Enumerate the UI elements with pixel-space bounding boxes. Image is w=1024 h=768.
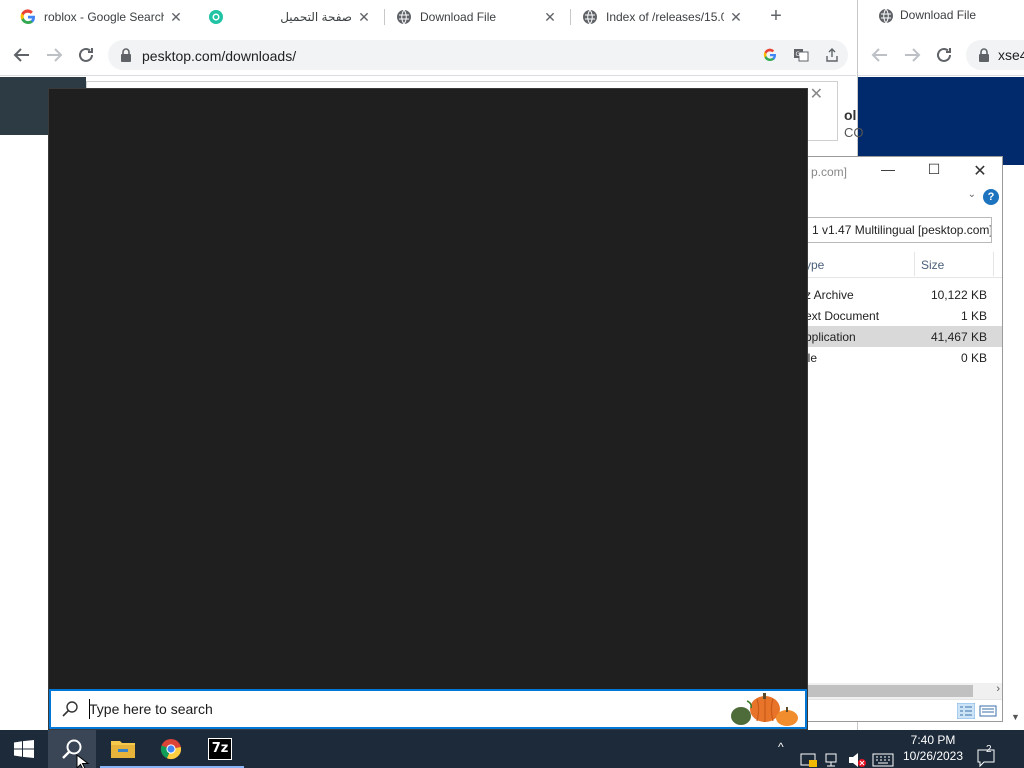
chrome-icon <box>160 739 182 760</box>
file-type: z Archive <box>805 288 854 302</box>
clock-date[interactable]: 10/26/2023 <box>902 749 964 763</box>
page-header-band <box>858 77 1024 165</box>
file-type: pplication <box>805 330 856 344</box>
close-icon[interactable]: ✕ <box>965 161 995 181</box>
pumpkins-illustration-icon <box>731 693 798 726</box>
folder-icon <box>111 741 135 758</box>
address-bar-second[interactable]: xse4 <box>966 40 1024 70</box>
reload-icon[interactable] <box>931 42 957 68</box>
tab-roblox-search[interactable]: roblox - Google Search ✕ <box>10 0 194 34</box>
file-explorer-taskbar-button[interactable] <box>100 730 148 768</box>
forward-arrow-icon[interactable] <box>899 42 925 68</box>
address-url[interactable]: xse4 <box>998 47 1024 63</box>
maximize-icon[interactable]: ☐ <box>919 161 949 181</box>
tab-download-file[interactable]: Download File ✕ <box>386 0 568 34</box>
translate-icon[interactable]: G <box>793 47 809 63</box>
file-type: ext Document <box>805 309 880 323</box>
scroll-down-arrow-icon[interactable]: ▼ <box>1011 712 1020 722</box>
details-view-icon[interactable] <box>957 703 975 719</box>
help-icon[interactable]: ? <box>983 189 999 205</box>
share-icon[interactable] <box>824 47 840 63</box>
tab-strip: roblox - Google Search ✕ صفحة التحميل ✕ … <box>0 0 856 34</box>
tab-download-page-arabic[interactable]: صفحة التحميل ✕ <box>198 0 382 34</box>
site-favicon-icon <box>209 10 223 24</box>
new-tab-button[interactable]: + <box>764 6 788 28</box>
mouse-pointer-icon <box>76 754 90 768</box>
minimize-icon[interactable]: — <box>873 161 903 181</box>
search-input[interactable]: Type here to search <box>49 689 807 729</box>
window-title: p.com] <box>811 165 848 179</box>
sevenzip-icon: 7z <box>208 738 232 760</box>
path-field[interactable]: 1 v1.47 Multilingual [pesktop.com] <box>807 217 992 243</box>
lock-icon <box>979 48 989 62</box>
close-tab-icon[interactable]: ✕ <box>728 9 744 26</box>
start-button[interactable] <box>0 730 48 768</box>
file-size: 10,122 KB <box>930 288 987 302</box>
browser-toolbar-second: xse4 <box>858 34 1024 76</box>
windows-logo-icon <box>14 740 34 758</box>
chrome-taskbar-button[interactable] <box>148 730 196 768</box>
tab-title: Index of /releases/15.0 <box>606 10 724 24</box>
browser-toolbar: pesktop.com/downloads/ G <box>0 34 856 76</box>
file-size: 1 KB <box>960 309 987 323</box>
clock-time[interactable]: 7:40 PM <box>902 733 964 747</box>
back-arrow-icon[interactable] <box>867 42 893 68</box>
tab-title: صفحة التحميل <box>280 10 352 24</box>
tab-strip-second: Download File <box>858 0 1024 34</box>
close-tab-icon[interactable]: ✕ <box>168 9 184 26</box>
chevron-up-icon[interactable]: ^ <box>778 740 784 768</box>
network-icon[interactable] <box>824 741 842 768</box>
search-placeholder: Type here to search <box>89 701 213 717</box>
reload-icon[interactable] <box>73 42 99 68</box>
address-bar[interactable]: pesktop.com/downloads/ G <box>108 40 848 70</box>
list-view-icon[interactable] <box>979 703 997 719</box>
google-lens-icon[interactable] <box>762 47 778 63</box>
search-flyout: Type here to search <box>48 88 808 730</box>
file-size: 41,467 KB <box>930 330 987 344</box>
keyboard-icon[interactable] <box>872 741 894 768</box>
lock-icon[interactable] <box>120 48 132 62</box>
chevron-down-icon[interactable]: ⌄ <box>968 189 976 200</box>
tab-index-releases[interactable]: Index of /releases/15.0 ✕ <box>572 0 754 34</box>
svg-text:G: G <box>796 51 801 58</box>
search-icon <box>62 701 78 717</box>
tab-title: Download File <box>420 10 497 24</box>
scroll-right-arrow-icon[interactable]: › <box>996 683 1000 695</box>
column-header-size[interactable]: Size <box>921 258 944 272</box>
tab-title: roblox - Google Search <box>44 10 164 24</box>
security-center-icon[interactable] <box>800 741 818 768</box>
speaker-muted-icon[interactable] <box>848 741 866 768</box>
taskbar: 7z ^ 7:40 PM 10/26/2023 2 <box>0 730 1024 768</box>
forward-arrow-icon[interactable] <box>41 42 67 68</box>
notification-count: 2 <box>986 744 992 755</box>
back-arrow-icon[interactable] <box>9 42 35 68</box>
tab-title-download-file[interactable]: Download File <box>900 8 976 22</box>
page-heading-fragment: ol <box>844 107 857 123</box>
file-size: 0 KB <box>960 351 987 365</box>
globe-icon <box>583 9 597 25</box>
close-tab-icon[interactable]: ✕ <box>542 9 558 26</box>
globe-icon <box>397 9 411 25</box>
popup-close-icon[interactable]: ✕ <box>810 84 823 104</box>
page-subheading-fragment: CO <box>844 125 864 140</box>
address-url[interactable]: pesktop.com/downloads/ <box>142 48 296 64</box>
google-g-icon <box>20 9 35 24</box>
globe-icon <box>879 8 893 24</box>
sevenzip-taskbar-button[interactable]: 7z <box>196 730 244 768</box>
close-tab-icon[interactable]: ✕ <box>356 9 372 26</box>
